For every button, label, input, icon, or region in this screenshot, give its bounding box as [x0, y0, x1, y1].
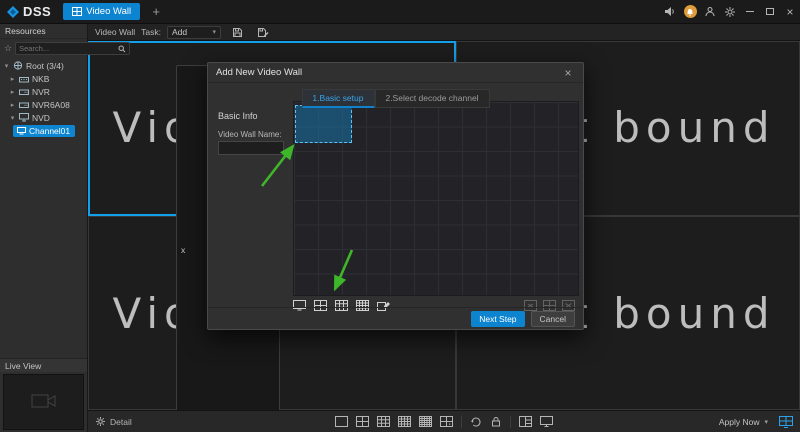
- selected-grid-cell[interactable]: [295, 105, 352, 143]
- minimize-button[interactable]: [740, 0, 760, 24]
- tree-item-label: Channel01: [29, 126, 70, 136]
- keyboard-icon: [19, 75, 29, 83]
- split-25-icon[interactable]: [419, 416, 432, 427]
- split-custom-icon[interactable]: [440, 416, 453, 427]
- resources-sidebar: Resources ☆ ▾ Root (3/4) ▸: [0, 24, 88, 432]
- next-step-button[interactable]: Next Step: [471, 311, 524, 327]
- task-select[interactable]: Add ▾: [167, 26, 221, 39]
- caret-icon[interactable]: ▸: [9, 101, 16, 109]
- wall-name-input[interactable]: [218, 141, 284, 155]
- cancel-button[interactable]: Cancel: [531, 311, 575, 327]
- close-window-button[interactable]: ×: [780, 0, 800, 24]
- caret-icon[interactable]: ▸: [9, 88, 16, 96]
- split-9-icon[interactable]: [377, 416, 390, 427]
- lock-icon[interactable]: [490, 416, 502, 427]
- resources-title: Resources: [0, 24, 87, 39]
- wall-select-value: x: [181, 245, 185, 255]
- tour-icon[interactable]: [470, 416, 482, 427]
- tree-item-label: Root (3/4): [26, 61, 64, 71]
- live-view-header[interactable]: Live View: [0, 358, 87, 372]
- tree-item-nvd[interactable]: ▾ NVD: [0, 111, 87, 124]
- search-box: [15, 42, 130, 55]
- logo-text: DSS: [23, 4, 51, 19]
- search-icon[interactable]: [118, 45, 126, 53]
- tab-basic-setup[interactable]: 1.Basic setup: [301, 89, 374, 108]
- alarm-badge[interactable]: [680, 0, 700, 24]
- dss-logo-icon: [6, 5, 20, 19]
- speaker-icon[interactable]: [660, 0, 680, 24]
- channel-icon: [17, 127, 26, 135]
- view-detail-icon[interactable]: [519, 416, 532, 427]
- search-row: ☆: [0, 39, 87, 57]
- tab-label: Video Wall: [86, 6, 131, 17]
- wall-output-icon[interactable]: [779, 416, 793, 428]
- add-tab-button[interactable]: +: [149, 4, 163, 19]
- caret-icon[interactable]: ▸: [9, 75, 16, 83]
- dialog-footer: Next Step Cancel: [208, 307, 583, 329]
- tree-item-nkb[interactable]: ▸ NKB: [0, 72, 87, 85]
- nvr-icon: [19, 101, 29, 109]
- gear-icon[interactable]: [720, 0, 740, 24]
- tab-select-decode-channel[interactable]: 2.Select decode channel: [374, 89, 489, 108]
- site-icon: [13, 61, 23, 70]
- divider: [510, 416, 511, 428]
- nvr-icon: [19, 88, 29, 96]
- add-video-wall-dialog: Add New Video Wall × 1.Basic setup 2.Sel…: [207, 62, 584, 330]
- tree-item-nvr[interactable]: ▸ NVR: [0, 85, 87, 98]
- bottom-bar: Detail: [88, 410, 800, 432]
- dialog-title: Add New Video Wall: [216, 67, 302, 78]
- tree-item-nvr6a08[interactable]: ▸ NVR6A08: [0, 98, 87, 111]
- split-4-icon[interactable]: [356, 416, 369, 427]
- tree-item-root[interactable]: ▾ Root (3/4): [0, 59, 87, 72]
- task-label: Task:: [141, 27, 161, 37]
- search-input[interactable]: [19, 44, 116, 53]
- dss-logo: DSS: [0, 4, 63, 19]
- dialog-title-bar: Add New Video Wall ×: [208, 63, 583, 83]
- detail-control[interactable]: Detail: [95, 416, 132, 427]
- output-screen-icon[interactable]: [540, 416, 553, 427]
- selected-channel: Channel01: [13, 125, 75, 137]
- favorites-star-icon[interactable]: ☆: [4, 44, 12, 53]
- screen-split-toolbar: [335, 416, 553, 428]
- chevron-down-icon[interactable]: ▾: [764, 418, 768, 426]
- tree-item-label: NVD: [32, 113, 50, 123]
- split-16-icon[interactable]: [398, 416, 411, 427]
- dss-application-window: DSS Video Wall +: [0, 0, 800, 432]
- apply-control: Apply Now ▾: [719, 416, 793, 428]
- tree-item-channel01[interactable]: Channel01: [0, 124, 87, 137]
- dialog-close-icon[interactable]: ×: [561, 67, 575, 79]
- video-wall-icon: [72, 7, 82, 16]
- dialog-tabs: 1.Basic setup 2.Select decode channel: [301, 89, 489, 108]
- top-bar: DSS Video Wall +: [0, 0, 800, 24]
- split-1-icon[interactable]: [335, 416, 348, 427]
- basic-info-label: Basic Info: [218, 111, 258, 121]
- decoder-icon: [19, 113, 29, 122]
- wall-name-label: Video Wall Name:: [218, 130, 282, 139]
- device-tree: ▾ Root (3/4) ▸ NKB ▸: [0, 57, 87, 139]
- maximize-button[interactable]: [760, 0, 780, 24]
- wall-select-label: Video Wall: [95, 27, 135, 37]
- chevron-down-icon: ▾: [213, 28, 217, 36]
- live-view-preview[interactable]: [3, 374, 84, 430]
- caret-icon[interactable]: ▾: [9, 114, 16, 122]
- divider: [461, 416, 462, 428]
- caret-icon[interactable]: ▾: [3, 62, 10, 70]
- user-icon[interactable]: [700, 0, 720, 24]
- detail-label: Detail: [110, 417, 132, 427]
- wall-layout-grid[interactable]: [293, 101, 579, 296]
- alarm-icon: [684, 5, 697, 18]
- tree-item-label: NKB: [32, 74, 49, 84]
- wall-toolbar: Video Wall x ▾ Task: Add ▾: [88, 24, 800, 41]
- gear-icon: [95, 416, 106, 427]
- tree-item-label: NVR6A08: [32, 100, 70, 110]
- tree-item-label: NVR: [32, 87, 50, 97]
- camera-placeholder-icon: [31, 392, 57, 412]
- task-select-value: Add: [172, 27, 187, 37]
- apply-now-button[interactable]: Apply Now: [719, 417, 760, 427]
- tab-video-wall[interactable]: Video Wall: [63, 3, 140, 20]
